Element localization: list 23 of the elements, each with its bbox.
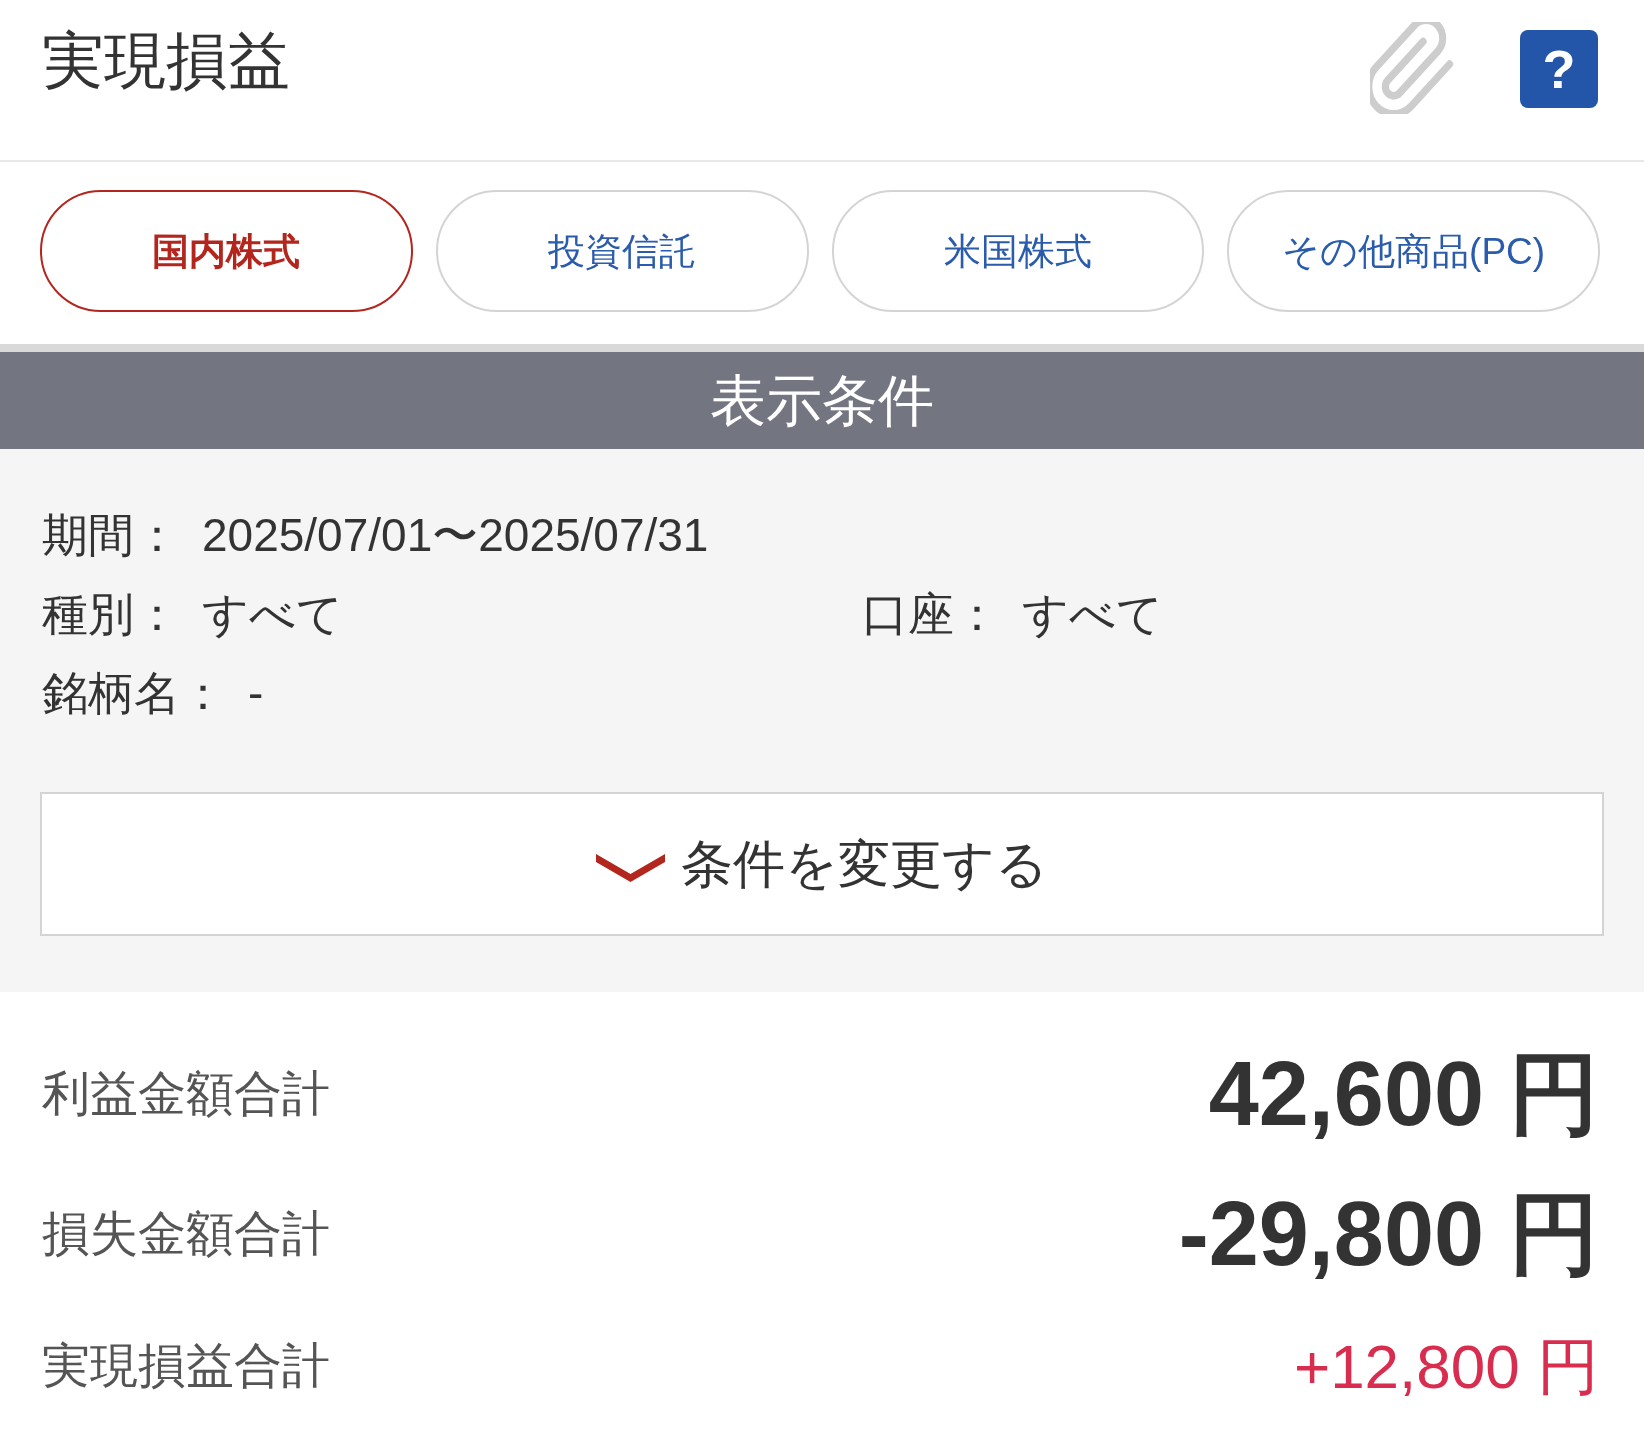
category-tab[interactable]: 国内株式 (40, 190, 413, 312)
total-label: 損失金額合計 (42, 1206, 330, 1262)
total-amount: 42,600 円 (1208, 1042, 1599, 1146)
condition-label: 口座： (862, 587, 1000, 642)
condition-label: 銘柄名： (42, 666, 226, 721)
category-tab[interactable]: その他商品(PC) (1227, 190, 1600, 312)
change-conditions-button[interactable]: 条件を変更する (40, 792, 1604, 936)
condition-value: 2025/07/01〜2025/07/31 (202, 508, 709, 563)
condition-label: 期間： (42, 508, 180, 563)
section-header-bar: 表示条件 (0, 352, 1644, 449)
condition-label: 種別： (42, 587, 180, 642)
help-button[interactable]: ? (1520, 30, 1598, 108)
total-amount: -29,800 円 (1178, 1182, 1599, 1286)
condition-value: すべて (1022, 587, 1163, 642)
total-label: 実現損益合計 (42, 1338, 330, 1394)
category-tab[interactable]: 投資信託 (435, 190, 809, 312)
category-tab[interactable]: 米国株式 (831, 190, 1205, 312)
page-title: 実現損益 (42, 25, 290, 97)
total-label: 利益金額合計 (42, 1066, 330, 1122)
total-amount: +12,800 円 (1293, 1330, 1599, 1403)
paperclip-icon[interactable] (1370, 22, 1454, 114)
condition-value: すべて (202, 587, 343, 642)
condition-value: - (248, 666, 264, 721)
